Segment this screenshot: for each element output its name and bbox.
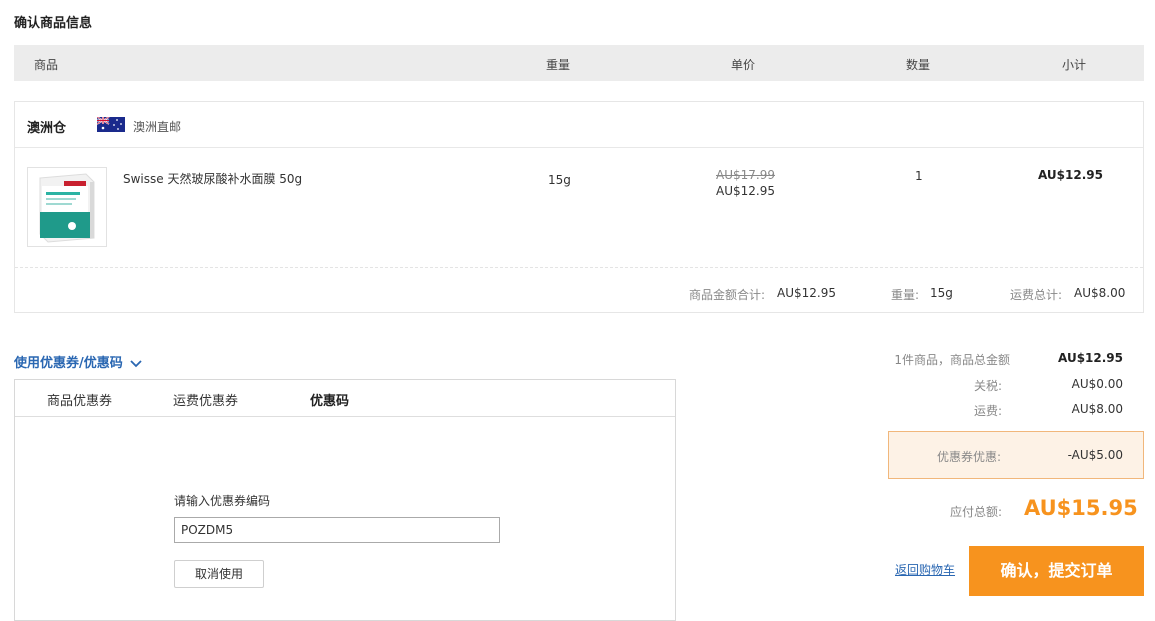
submit-order-button[interactable]: 确认，提交订单	[969, 546, 1144, 596]
coupon-tabs: 商品优惠券 运费优惠券 优惠码	[15, 380, 675, 417]
original-price: AU$17.99	[716, 168, 775, 182]
tab-shipping-coupon[interactable]: 运费优惠券	[173, 390, 238, 409]
coupon-toggle-label: 使用优惠券/优惠码	[14, 356, 123, 371]
shipping-total-value: AU$8.00	[1074, 286, 1126, 300]
quantity: 1	[915, 169, 923, 183]
warehouse-name: 澳洲仓	[27, 121, 67, 136]
australia-flag-icon	[97, 117, 125, 132]
discount-label: 优惠券优惠:	[937, 450, 1002, 464]
weight-total-label: 重量:	[891, 288, 920, 302]
cancel-coupon-button[interactable]: 取消使用	[174, 560, 264, 588]
payable-total: AU$15.95	[1024, 496, 1138, 520]
product-weight: 15g	[548, 173, 571, 187]
goods-amount-label: 1件商品，商品总金额	[894, 353, 1010, 367]
tab-product-coupon[interactable]: 商品优惠券	[47, 390, 112, 409]
weight-total-value: 15g	[930, 286, 953, 300]
coupon-code-input[interactable]	[174, 517, 500, 543]
header-product: 商品	[34, 58, 59, 72]
header-unit-price: 单价	[731, 58, 756, 72]
coupon-toggle[interactable]: 使用优惠券/优惠码	[14, 352, 142, 371]
product-image[interactable]	[27, 167, 107, 247]
shipping-fee-label: 运费:	[973, 404, 1002, 418]
coupon-code-label: 请输入优惠券编码	[174, 494, 271, 508]
goods-total-label: 商品金额合计:	[689, 288, 766, 302]
divider	[15, 267, 1143, 268]
shipping-method: 澳洲直邮	[133, 120, 182, 134]
product-name[interactable]: Swisse 天然玻尿酸补水面膜 50g	[123, 170, 302, 187]
header-subtotal: 小计	[1062, 58, 1087, 72]
header-weight: 重量	[546, 58, 571, 72]
tax-label: 关税:	[973, 379, 1002, 393]
table-header: 商品 重量 单价 数量 小计	[14, 45, 1144, 81]
back-to-cart-link[interactable]: 返回购物车	[895, 561, 955, 578]
goods-total-value: AU$12.95	[777, 286, 836, 300]
chevron-down-icon	[130, 359, 142, 367]
warehouse-row: 澳洲仓 澳洲直邮	[15, 102, 1143, 148]
coupon-discount-box: 优惠券优惠: -AU$5.00	[888, 431, 1144, 479]
tax-value: AU$0.00	[1071, 377, 1123, 391]
item-subtotal: AU$12.95	[1038, 168, 1103, 182]
payable-label: 应付总额:	[950, 505, 1003, 519]
order-card: 澳洲仓 澳洲直邮 Swisse 天然玻尿酸补水面膜 50g 15g AU$17.…	[14, 101, 1144, 313]
coupon-panel: 商品优惠券 运费优惠券 优惠码 请输入优惠券编码 取消使用	[14, 379, 676, 621]
goods-amount-value: AU$12.95	[1058, 351, 1123, 365]
page-title: 确认商品信息	[14, 16, 93, 31]
product-box-image	[28, 168, 106, 246]
unit-price: AU$12.95	[716, 184, 775, 198]
header-quantity: 数量	[906, 58, 931, 72]
tab-coupon-code[interactable]: 优惠码	[310, 390, 349, 409]
shipping-total-label: 运费总计:	[1010, 288, 1063, 302]
discount-value: -AU$5.00	[1067, 448, 1123, 462]
shipping-fee-value: AU$8.00	[1071, 402, 1123, 416]
